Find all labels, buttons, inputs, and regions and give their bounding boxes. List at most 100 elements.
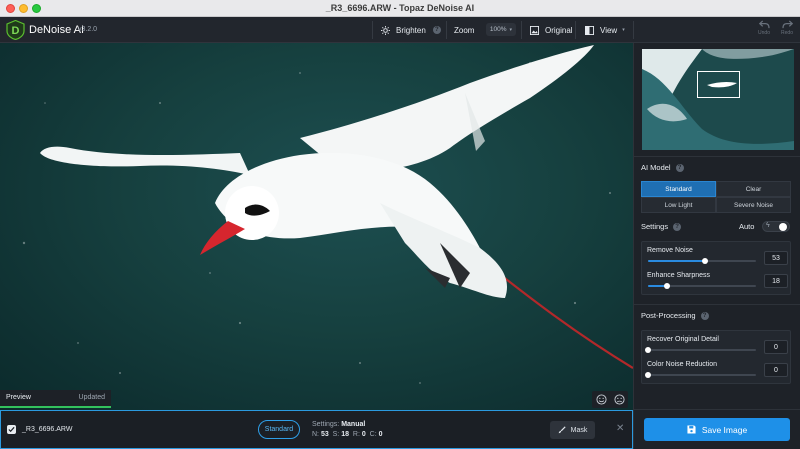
remove-noise-slider-fill (648, 260, 706, 262)
panel-divider (634, 304, 800, 305)
mask-label: Mask (570, 426, 588, 434)
mask-button[interactable]: Mask (550, 421, 595, 439)
model-standard-label: Standard (665, 185, 692, 193)
ai-model-header: AI Model ? (641, 163, 684, 172)
post-processing-header: Post-Processing ? (641, 311, 709, 320)
s-label: S: (332, 431, 340, 438)
color-noise-label: Color Noise Reduction (647, 361, 718, 368)
toolbar-divider (575, 21, 576, 39)
toggle-knob (779, 223, 787, 231)
brighten-label: Brighten (396, 25, 426, 35)
tropicbird-photo (22, 45, 633, 384)
toolbar-divider (446, 21, 447, 39)
image-canvas[interactable] (0, 43, 633, 410)
preview-status: Updated (78, 394, 105, 401)
redo-icon (781, 20, 793, 29)
color-noise-value[interactable]: 0 (764, 363, 788, 377)
enhance-sharpness-label: Enhance Sharpness (647, 272, 711, 279)
remove-noise-slider-thumb[interactable] (702, 258, 709, 264)
remove-noise-label: Remove Noise (647, 247, 693, 254)
settings-summary-value: Manual (341, 421, 366, 428)
preview-status-bar: Preview Updated (0, 390, 111, 408)
navigator-thumbnail[interactable] (642, 49, 794, 150)
recover-detail-value[interactable]: 0 (764, 340, 788, 354)
original-button[interactable]: Original (530, 21, 573, 39)
toolbar-divider (372, 21, 373, 39)
file-checkbox[interactable] (7, 425, 16, 434)
r-value: 0 (361, 431, 366, 438)
file-name: _R3_6696.ARW (22, 426, 73, 433)
window-title-bar: _R3_6696.ARW - Topaz DeNoise AI (0, 0, 800, 17)
redo-label: Redo (781, 30, 793, 36)
image-icon (530, 25, 539, 35)
model-low-light-label: Low Light (664, 201, 693, 209)
settings-title: Settings (641, 222, 669, 231)
undo-label: Undo (758, 30, 770, 36)
brighten-button[interactable]: Brighten ? (381, 21, 441, 39)
recover-detail-slider[interactable] (645, 347, 756, 353)
undo-button[interactable]: Undo (753, 20, 775, 36)
redo-button[interactable]: Redo (776, 20, 798, 36)
help-icon[interactable]: ? (673, 222, 682, 231)
post-processing-card: Recover Original Detail 0 Color Noise Re… (641, 330, 791, 384)
navigator-viewport-box[interactable] (697, 71, 740, 98)
n-label: N: (312, 431, 319, 438)
remove-noise-value[interactable]: 53 (764, 251, 788, 265)
enhance-sharpness-value[interactable]: 18 (764, 274, 788, 288)
post-processing-title: Post-Processing (641, 311, 696, 320)
svg-text:D: D (12, 25, 20, 37)
model-severe-noise-label: Severe Noise (733, 201, 774, 209)
frown-icon[interactable] (613, 394, 625, 405)
recover-detail-slider-thumb[interactable] (645, 347, 651, 353)
model-selector: Standard Clear Low Light Severe Noise (641, 181, 791, 214)
app-name: DeNoise AI (29, 24, 85, 36)
model-clear-button[interactable]: Clear (716, 181, 791, 197)
view-label: View (600, 25, 618, 35)
settings-panel: AI Model ? Standard Clear Low Light Seve… (633, 43, 800, 449)
save-image-label: Save Image (701, 424, 748, 435)
color-noise-slider-thumb[interactable] (645, 372, 651, 378)
remove-file-close-icon[interactable]: ✕ (616, 423, 624, 434)
chevron-down-icon: ▾ (509, 26, 513, 33)
preview-progress-fill (0, 406, 111, 408)
enhance-sharpness-slider-thumb[interactable] (664, 283, 671, 289)
zoom-value: 100% (489, 26, 507, 33)
zoom-dropdown[interactable]: 100% ▾ (486, 23, 516, 36)
c-value: 0 (378, 431, 383, 438)
zoom-label: Zoom (454, 25, 475, 35)
brush-icon (558, 426, 566, 434)
remove-noise-slider[interactable] (648, 258, 756, 264)
help-icon[interactable]: ? (675, 163, 684, 172)
ai-model-title: AI Model (641, 163, 671, 172)
window-title: _R3_6696.ARW - Topaz DeNoise AI (325, 3, 475, 13)
n-value: 53 (320, 431, 329, 438)
sun-icon (381, 25, 390, 35)
auto-toggle[interactable]: ϟ (762, 221, 790, 232)
r-label: R: (352, 431, 360, 438)
model-low-light-button[interactable]: Low Light (641, 197, 716, 213)
model-badge[interactable]: Standard (258, 420, 300, 439)
color-noise-slider[interactable] (645, 372, 756, 378)
top-toolbar: D DeNoise AI v3.2.0 Brighten ? Zoom 100%… (0, 17, 800, 43)
help-icon[interactable]: ? (432, 26, 441, 34)
toolbar-divider (521, 21, 522, 39)
save-image-button[interactable]: Save Image (644, 418, 790, 441)
help-icon[interactable]: ? (700, 311, 709, 320)
auto-label: Auto (739, 222, 755, 231)
smiley-icon[interactable] (595, 394, 607, 405)
recover-detail-label: Recover Original Detail (647, 336, 719, 343)
navigator-preview-image (642, 49, 794, 150)
preview-label: Preview (6, 394, 31, 401)
settings-summary-label: Settings: (312, 421, 340, 428)
model-clear-label: Clear (745, 185, 762, 193)
model-standard-button[interactable]: Standard (641, 181, 716, 197)
model-severe-noise-button[interactable]: Severe Noise (716, 197, 791, 213)
panel-divider (634, 409, 800, 410)
zoom-label-group: Zoom (454, 21, 474, 39)
denoise-logo-icon: D (6, 20, 25, 40)
settings-header: Settings ? (641, 222, 682, 231)
model-badge-label: Standard (264, 426, 294, 433)
s-value: 18 (341, 431, 350, 438)
view-dropdown[interactable]: View ▾ (585, 21, 625, 39)
enhance-sharpness-slider[interactable] (648, 283, 756, 289)
